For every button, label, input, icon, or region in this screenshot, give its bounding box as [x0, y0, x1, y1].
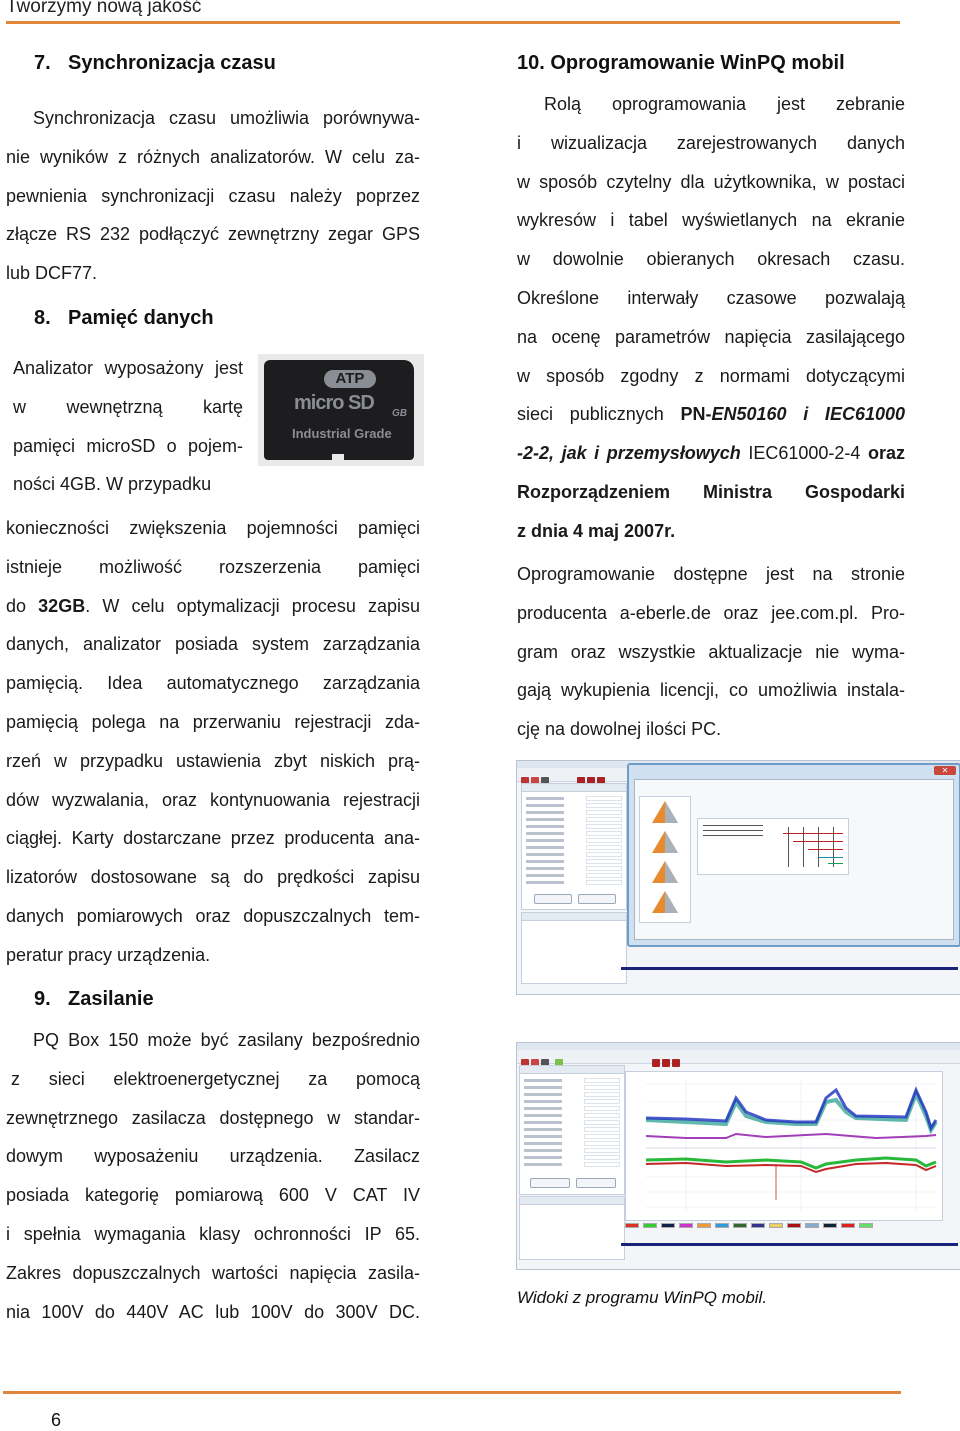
data-tree-panel [521, 912, 627, 984]
series-current-n [645, 1132, 937, 1140]
legend-item[interactable] [859, 1223, 873, 1228]
section-10-body-2: Oprogramowanie dostępne jest na stronie … [517, 564, 905, 740]
section-8-heading: 8. Pamięć danych [34, 307, 214, 329]
wiring-diagram [697, 818, 849, 875]
legend-item[interactable] [715, 1223, 729, 1228]
app-toolbar [517, 1050, 960, 1067]
app-menubar [517, 1043, 960, 1050]
series-voltage-l2 [645, 1161, 937, 1174]
comment-button[interactable] [534, 894, 572, 904]
comment-button[interactable] [530, 1178, 570, 1188]
section-10-heading: 10. Oprogramowanie WinPQ mobil [517, 52, 845, 74]
line-32gb: do 32GB. W celu optymalizacji procesu za… [6, 595, 420, 616]
standards-line: sieci publicznych PN-EN50160 i IEC61000 [517, 404, 905, 425]
section-9-body: PQ Box 150 może być zasilany bezpośredni… [6, 1030, 420, 1322]
section-9-heading: 9. Zasilanie [34, 988, 154, 1010]
wizard-icon[interactable] [652, 861, 678, 883]
data-overview-timeline[interactable] [621, 967, 958, 970]
microsd-card-image: ATP micro SD GB Industrial Grade [258, 354, 424, 466]
settings-dialog: ✕ [627, 763, 960, 947]
legend-item[interactable] [823, 1223, 837, 1228]
legend-item[interactable] [751, 1223, 765, 1228]
legend-item[interactable] [769, 1223, 783, 1228]
standards-line-2: -2-2, jak i przemysłowych IEC61000-2-4 o… [517, 443, 905, 464]
section-8-wrap-text: Analizator wyposażony jest w wewnętrzną … [13, 358, 243, 495]
wizard-list [639, 796, 691, 923]
section-10-body: Rolą oprogramowania jest zebranie i wizu… [517, 94, 905, 541]
chart-svg [645, 1080, 938, 1212]
close-icon[interactable]: ✕ [934, 766, 956, 775]
more-button[interactable] [578, 894, 616, 904]
data-tree-panel [519, 1196, 625, 1260]
winpq-screenshot-settings: ✕ [516, 760, 960, 995]
legend-item[interactable] [805, 1223, 819, 1228]
wizard-icon[interactable] [652, 801, 678, 823]
figure-caption: Widoki z programu WinPQ mobil. [517, 1288, 768, 1307]
legend-item[interactable] [841, 1223, 855, 1228]
capacity-label: GB [392, 408, 407, 419]
running-header: Tworzymy nową jakość [6, 0, 202, 17]
section-7-heading: 7. Synchronizacja czasu [34, 52, 276, 74]
legend-item[interactable] [733, 1223, 747, 1228]
card-notch [332, 454, 344, 460]
section-8-body: konieczności zwiększenia pojemności pami… [6, 518, 420, 965]
wizard-icon[interactable] [652, 831, 678, 853]
measurement-chart[interactable] [625, 1071, 943, 1221]
chart-legend [625, 1223, 941, 1229]
legend-item[interactable] [787, 1223, 801, 1228]
legend-item[interactable] [625, 1223, 639, 1228]
microsd-logo: micro SD [294, 392, 375, 414]
winpq-screenshot-chart [516, 1042, 960, 1270]
atp-logo: ATP [324, 370, 376, 388]
data-overview-timeline[interactable] [621, 1243, 958, 1246]
wizard-icon[interactable] [652, 891, 678, 913]
info-panel [521, 783, 627, 910]
legend-item[interactable] [643, 1223, 657, 1228]
microsd-card-body: ATP micro SD GB Industrial Grade [264, 360, 414, 460]
series-current-l1 [645, 1088, 938, 1135]
legend-item[interactable] [697, 1223, 711, 1228]
more-button[interactable] [576, 1178, 616, 1188]
info-panel [519, 1065, 625, 1195]
grade-label: Industrial Grade [292, 426, 392, 441]
legend-item[interactable] [679, 1223, 693, 1228]
section-7-body: Synchronizacja czasu umożliwia porównywa… [6, 108, 420, 284]
header-rule [6, 21, 900, 24]
page-number: 6 [51, 1410, 62, 1430]
legend-item[interactable] [661, 1223, 675, 1228]
footer-rule [3, 1391, 901, 1394]
